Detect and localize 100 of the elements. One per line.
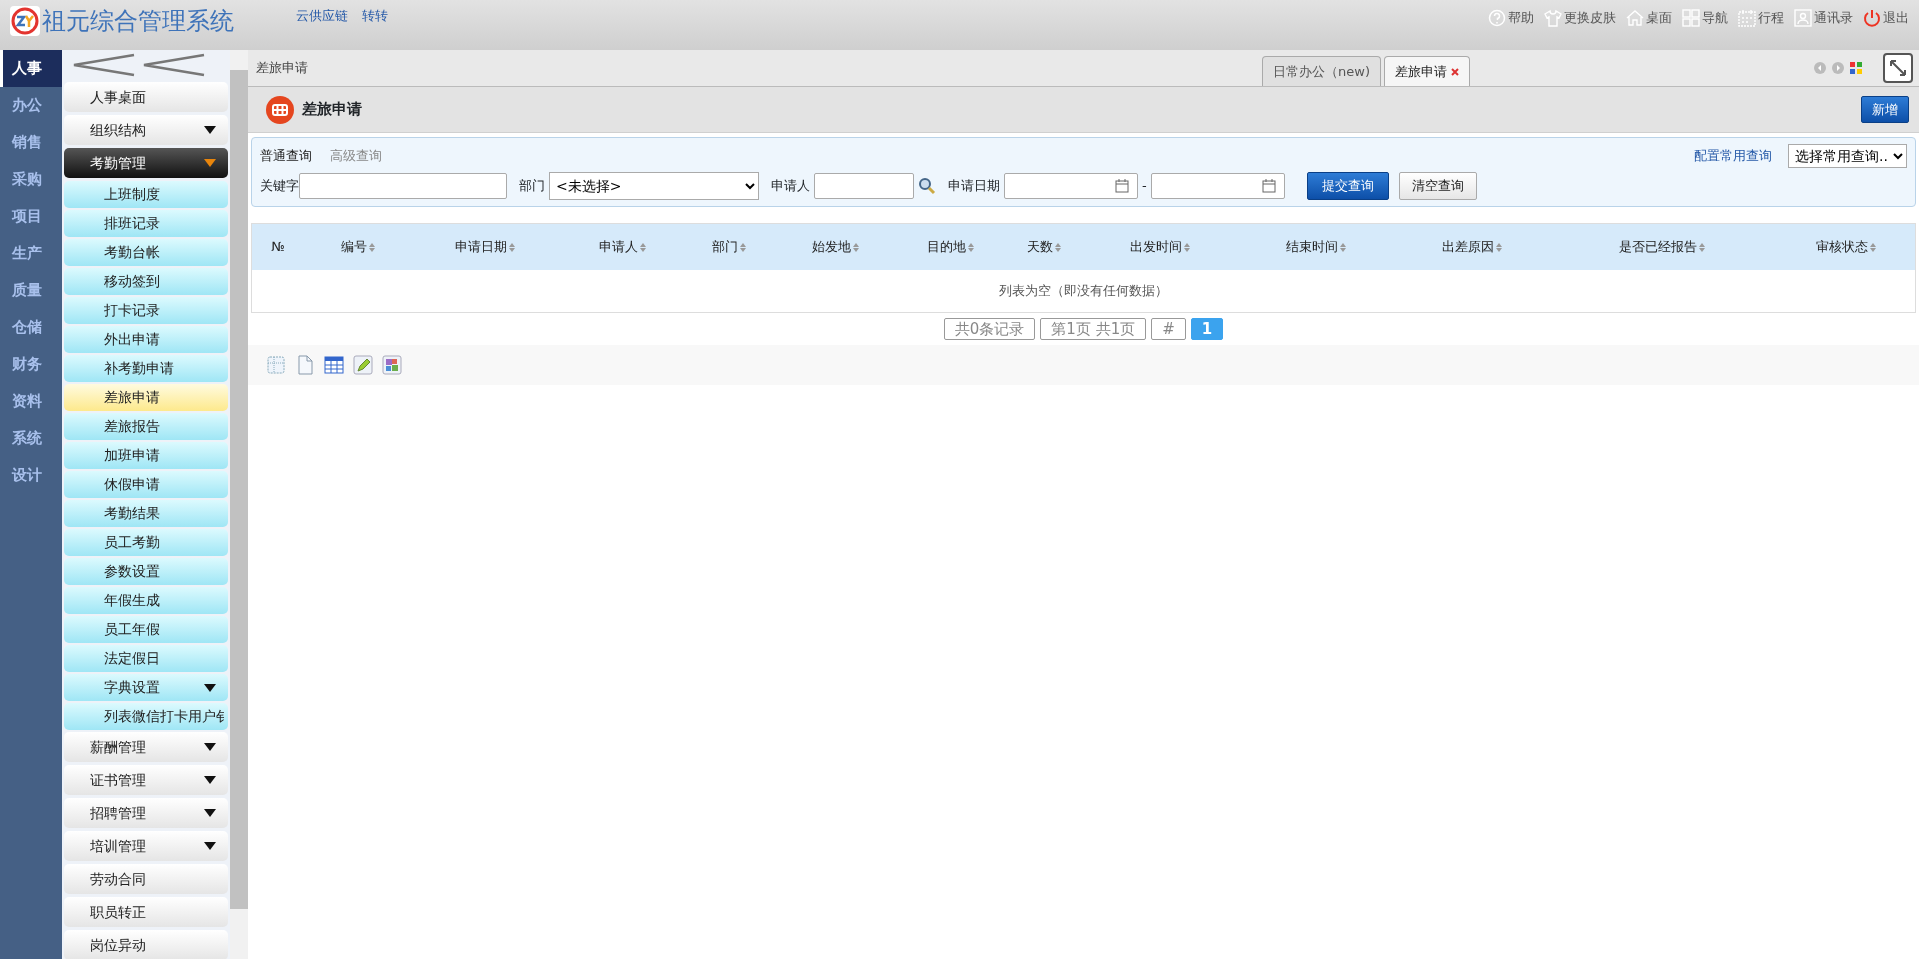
menu-group[interactable]: 人事桌面 [64, 82, 228, 112]
menu-item[interactable]: 打卡记录 [64, 297, 228, 324]
header-menu-link[interactable]: 退出 [1883, 8, 1909, 28]
column-header[interactable]: 始发地 [772, 237, 898, 257]
module-item[interactable]: 财务 [0, 346, 62, 383]
calendar-icon[interactable] [1738, 8, 1756, 27]
column-header[interactable]: 是否已经报告 [1546, 237, 1778, 257]
clear-query-button[interactable]: 清空查询 [1398, 172, 1477, 200]
header-menu-link[interactable]: 帮助 [1508, 8, 1534, 28]
column-header[interactable]: 出差原因 [1396, 237, 1547, 257]
sort-icon[interactable] [852, 243, 859, 253]
calendar-icon[interactable] [1261, 179, 1276, 193]
column-header[interactable]: 天数 [1003, 237, 1085, 257]
module-item[interactable]: 办公 [0, 87, 62, 124]
department-select[interactable]: <未选择> [549, 172, 759, 200]
menu-item[interactable]: 考勤结果 [64, 500, 228, 527]
menu-item[interactable]: 员工年假 [64, 616, 228, 643]
dropdown-arrow-icon[interactable] [204, 842, 216, 850]
column-header[interactable]: 出发时间 [1084, 237, 1235, 257]
sort-icon[interactable] [640, 243, 647, 253]
header-link[interactable]: 云供应链 [296, 6, 348, 26]
keyword-field[interactable] [299, 173, 507, 199]
saved-query-select[interactable]: 选择常用查询.. [1788, 144, 1907, 168]
scrollbar[interactable] [230, 50, 248, 959]
menu-item[interactable]: 移动签到 [64, 268, 228, 295]
dropdown-arrow-icon[interactable] [204, 809, 216, 817]
end-date-field[interactable] [1150, 173, 1285, 199]
sort-icon[interactable] [968, 243, 974, 253]
menu-item[interactable]: 员工考勤 [64, 529, 228, 556]
question-icon[interactable] [1488, 8, 1506, 27]
menu-group[interactable]: 考勤管理 [64, 148, 228, 178]
sort-icon[interactable] [1183, 243, 1190, 253]
submit-query-button[interactable]: 提交查询 [1306, 172, 1389, 200]
menu-group[interactable]: 组织结构 [64, 115, 228, 145]
sort-icon[interactable] [1699, 243, 1706, 253]
column-header[interactable]: 目的地 [897, 237, 1004, 257]
shirt-icon[interactable] [1544, 8, 1562, 27]
jump-button[interactable]: # [1151, 318, 1186, 340]
column-header[interactable]: 申请人 [560, 237, 686, 257]
contact-card-icon[interactable] [1794, 8, 1812, 27]
menu-group[interactable]: 职员转正 [64, 897, 228, 927]
power-icon[interactable] [1863, 8, 1881, 27]
table-icon[interactable] [324, 355, 344, 375]
module-item[interactable]: 仓储 [0, 309, 62, 346]
module-item[interactable]: 设计 [0, 457, 62, 494]
start-date-field[interactable] [1004, 173, 1138, 199]
column-header[interactable]: 部门 [685, 237, 773, 257]
calendar-icon[interactable] [1115, 179, 1129, 193]
menu-item[interactable]: 考勤台帐 [64, 239, 228, 266]
pen-icon[interactable] [353, 355, 373, 375]
dotted-grid-icon[interactable] [266, 355, 286, 375]
module-item[interactable]: 生产 [0, 235, 62, 272]
menu-group[interactable]: 招聘管理 [64, 798, 228, 828]
menu-item[interactable]: 字典设置 [64, 674, 228, 701]
menu-item[interactable]: 加班申请 [64, 442, 228, 469]
sort-icon[interactable] [1055, 243, 1062, 253]
column-header[interactable]: 申请日期 [410, 237, 561, 257]
sort-icon[interactable] [368, 243, 375, 253]
dropdown-arrow-icon[interactable] [204, 683, 216, 692]
windows-icon[interactable] [1849, 61, 1863, 75]
dropdown-arrow-icon[interactable] [204, 776, 216, 784]
module-item[interactable]: 项目 [0, 198, 62, 235]
menu-item[interactable]: 排班记录 [64, 210, 228, 237]
header-menu-link[interactable]: 行程 [1758, 8, 1784, 28]
menu-item[interactable]: 补考勤申请 [64, 355, 228, 382]
module-item[interactable]: 系统 [0, 420, 62, 457]
house-icon[interactable] [1626, 8, 1644, 27]
column-header[interactable]: 审核状态 [1777, 237, 1915, 257]
menu-item[interactable]: 法定假日 [64, 645, 228, 672]
tab[interactable]: 日常办公（new) [1262, 56, 1381, 86]
column-header[interactable]: 编号 [304, 237, 411, 257]
column-header[interactable]: 结束时间 [1234, 237, 1397, 257]
module-item[interactable]: 销售 [0, 124, 62, 161]
fullscreen-icon[interactable] [1883, 53, 1913, 83]
config-query-link[interactable]: 配置常用查询 [1694, 146, 1772, 166]
new-button[interactable]: 新增 [1861, 95, 1909, 124]
tab[interactable]: 差旅申请 [1384, 56, 1470, 86]
module-item[interactable]: 资料 [0, 383, 62, 420]
menu-group[interactable]: 培训管理 [64, 831, 228, 861]
previous-icon[interactable] [1813, 61, 1827, 75]
sort-icon[interactable] [1870, 243, 1877, 253]
menu-item[interactable]: 列表微信打卡用户钅 [64, 703, 228, 730]
menu-item[interactable]: 参数设置 [64, 558, 228, 585]
sort-icon[interactable] [739, 243, 746, 253]
sort-icon[interactable] [1495, 243, 1502, 253]
header-menu-link[interactable]: 导航 [1702, 8, 1728, 28]
menu-item[interactable]: 上班制度 [64, 181, 228, 208]
menu-item[interactable]: 差旅报告 [64, 413, 228, 440]
grid-icon[interactable] [1682, 8, 1700, 27]
header-link[interactable]: 转转 [362, 6, 388, 26]
module-item[interactable]: 质量 [0, 272, 62, 309]
module-item[interactable]: 采购 [0, 161, 62, 198]
menu-group[interactable]: 劳动合同 [64, 864, 228, 894]
sort-icon[interactable] [1339, 243, 1346, 253]
menu-item[interactable]: 差旅申请 [64, 384, 228, 411]
menu-group[interactable]: 证书管理 [64, 765, 228, 795]
menu-item[interactable]: 外出申请 [64, 326, 228, 353]
header-menu-link[interactable]: 桌面 [1646, 8, 1672, 28]
sort-icon[interactable] [509, 243, 516, 253]
module-item[interactable]: 人事 [0, 50, 62, 87]
